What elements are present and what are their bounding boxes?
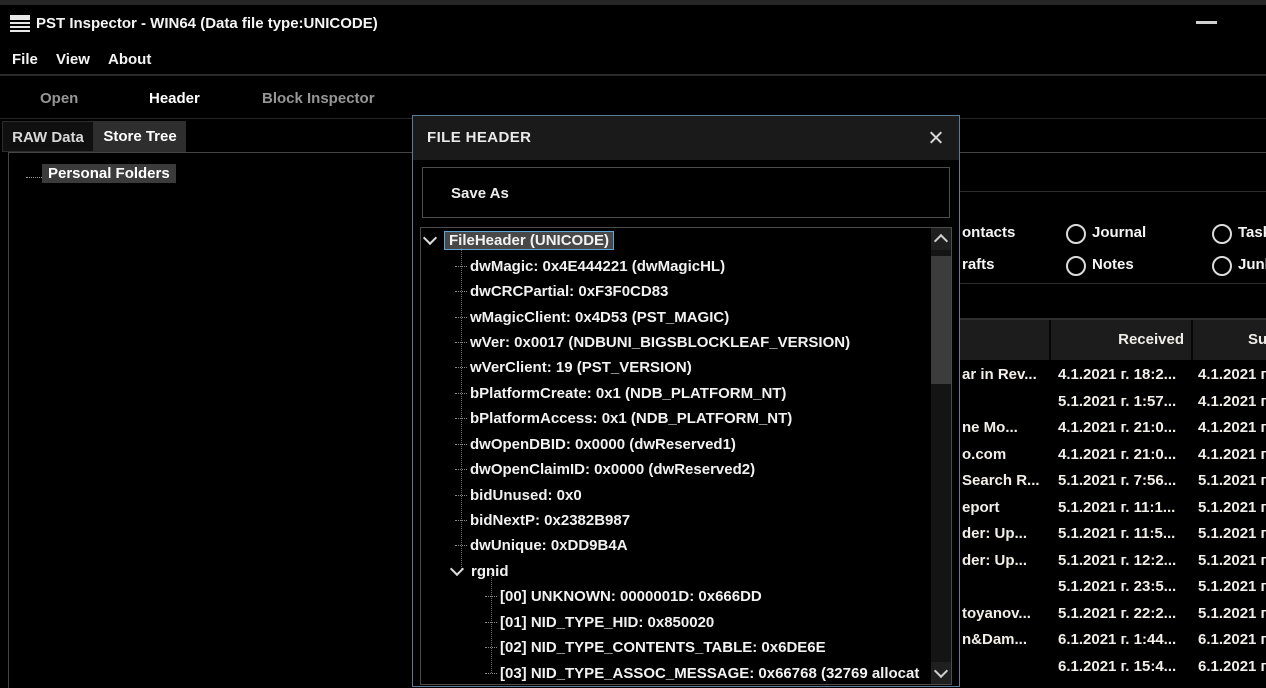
tree-item[interactable]: dwCRCPartial: 0xF3F0CD83 — [421, 279, 951, 304]
tree-item[interactable]: dwOpenClaimID: 0x0000 (dwReserved2) — [421, 457, 951, 482]
tree-connector-line — [26, 177, 42, 178]
column-header-received[interactable]: Received — [1056, 331, 1184, 348]
tree-item[interactable]: [03] NID_TYPE_ASSOC_MESSAGE: 0x66768 (32… — [421, 660, 951, 685]
table-row[interactable]: der: Up...5.1.2021 г. 12:2...5.1.2021 г — [955, 548, 1266, 575]
tree-item[interactable]: dwOpenDBID: 0x0000 (dwReserved1) — [421, 432, 951, 457]
table-row[interactable]: Search R...5.1.2021 г. 7:56...5.1.2021 г — [955, 468, 1266, 495]
radio-label-journal[interactable]: Journal — [1092, 224, 1146, 241]
window-top-strip — [0, 0, 1266, 5]
header-button[interactable]: Header — [149, 90, 200, 107]
table-row[interactable]: 5.1.2021 г. 23:5...5.1.2021 г — [955, 574, 1266, 601]
table-row[interactable]: eport5.1.2021 г. 11:1...5.1.2021 г — [955, 495, 1266, 522]
dialog-titlebar[interactable]: FILE HEADER — [413, 116, 959, 161]
app-icon — [10, 14, 30, 37]
table-row[interactable]: ar in Rev...4.1.2021 г. 18:2...4.1.2021 … — [955, 362, 1266, 389]
radio-junk[interactable] — [1212, 256, 1232, 276]
minimize-button[interactable] — [1196, 21, 1217, 24]
chevron-up-icon — [934, 234, 948, 248]
menu-about[interactable]: About — [108, 51, 151, 68]
dialog-title: FILE HEADER — [427, 129, 531, 146]
radio-label-contacts[interactable]: ontacts — [962, 224, 1015, 241]
menu-file[interactable]: File — [12, 51, 38, 68]
tree-item[interactable]: dwMagic: 0x4E444221 (dwMagicHL) — [421, 253, 951, 278]
tree-item[interactable]: [02] NID_TYPE_CONTENTS_TABLE: 0x6DE6E — [421, 635, 951, 660]
table-row[interactable]: ne Mo...4.1.2021 г. 21:0...4.1.2021 г — [955, 415, 1266, 442]
scroll-up-button[interactable] — [931, 228, 951, 250]
chevron-down-icon — [934, 664, 948, 678]
column-separator[interactable] — [1191, 320, 1193, 360]
table-row[interactable]: 6.1.2021 г. 15:4...6.1.2021 г — [955, 654, 1266, 681]
menu-divider — [0, 74, 1266, 76]
scrollbar-thumb[interactable] — [931, 256, 951, 384]
tab-raw-data[interactable]: RAW Data — [2, 121, 94, 152]
tree-item[interactable]: wVerClient: 19 (PST_VERSION) — [421, 355, 951, 380]
tree-item[interactable]: bPlatformCreate: 0x1 (NDB_PLATFORM_NT) — [421, 381, 951, 406]
table-row[interactable]: toyanov...5.1.2021 г. 22:2...5.1.2021 г — [955, 601, 1266, 628]
window-title: PST Inspector - WIN64 (Data file type:UN… — [36, 15, 378, 32]
tree-scrollbar[interactable] — [931, 228, 951, 684]
save-as-button[interactable]: Save As — [422, 167, 950, 218]
table-row[interactable]: o.com4.1.2021 г. 21:0...4.1.2021 г — [955, 442, 1266, 469]
radio-label-task[interactable]: Task — [1238, 224, 1266, 241]
chevron-down-icon[interactable] — [423, 231, 437, 245]
table-row[interactable]: n&Dam...6.1.2021 г. 1:44...6.1.2021 г — [955, 627, 1266, 654]
message-list: ar in Rev...4.1.2021 г. 18:2...4.1.2021 … — [955, 362, 1266, 680]
tree-item[interactable]: [00] UNKNOWN: 0000001D: 0x666DD — [421, 584, 951, 609]
table-row[interactable]: 5.1.2021 г. 1:57...4.1.2021 г — [955, 389, 1266, 416]
right-panel-divider — [955, 191, 1266, 192]
tree-item[interactable]: wVer: 0x0017 (NDBUNI_BIGSBLOCKLEAF_VERSI… — [421, 330, 951, 355]
tab-store-tree[interactable]: Store Tree — [94, 121, 186, 152]
radio-label-junk[interactable]: Junk — [1238, 256, 1266, 273]
menu-view[interactable]: View — [56, 51, 90, 68]
tree-item[interactable]: [01] NID_TYPE_HID: 0x850020 — [421, 610, 951, 635]
block-inspector-button[interactable]: Block Inspector — [262, 90, 375, 107]
tree-item[interactable]: bidNextP: 0x2382B987 — [421, 508, 951, 533]
tree-guide-line — [461, 248, 462, 571]
file-header-dialog: FILE HEADER Save As FileHeader (UNICODE)… — [412, 115, 960, 687]
tree-item[interactable]: bidUnused: 0x0 — [421, 482, 951, 507]
column-header-third[interactable]: Su — [1248, 331, 1266, 348]
radio-label-notes[interactable]: Notes — [1092, 256, 1134, 273]
table-row[interactable]: der: Up...5.1.2021 г. 11:5...5.1.2021 г — [955, 521, 1266, 548]
tree-item[interactable]: bPlatformAccess: 0x1 (NDB_PLATFORM_NT) — [421, 406, 951, 431]
save-as-label: Save As — [451, 185, 509, 202]
tree-item[interactable]: rgnid — [421, 559, 951, 584]
right-panel-divider — [955, 283, 1266, 284]
store-tree-root-personal-folders[interactable]: Personal Folders — [42, 164, 176, 183]
file-header-tree: FileHeader (UNICODE) dwMagic: 0x4E444221… — [420, 227, 952, 685]
tree-guide-line — [491, 573, 492, 673]
tree-item[interactable]: FileHeader (UNICODE) — [421, 228, 951, 253]
open-button[interactable]: Open — [40, 90, 78, 107]
radio-journal[interactable] — [1066, 224, 1086, 244]
radio-label-drafts[interactable]: rafts — [962, 256, 995, 273]
radio-task[interactable] — [1212, 224, 1232, 244]
tree-item[interactable]: wMagicClient: 0x4D53 (PST_MAGIC) — [421, 304, 951, 329]
close-icon[interactable] — [928, 130, 943, 145]
radio-notes[interactable] — [1066, 256, 1086, 276]
tree-item[interactable]: dwUnique: 0xDD9B4A — [421, 533, 951, 558]
column-separator[interactable] — [1049, 320, 1051, 360]
scroll-down-button[interactable] — [931, 662, 951, 684]
